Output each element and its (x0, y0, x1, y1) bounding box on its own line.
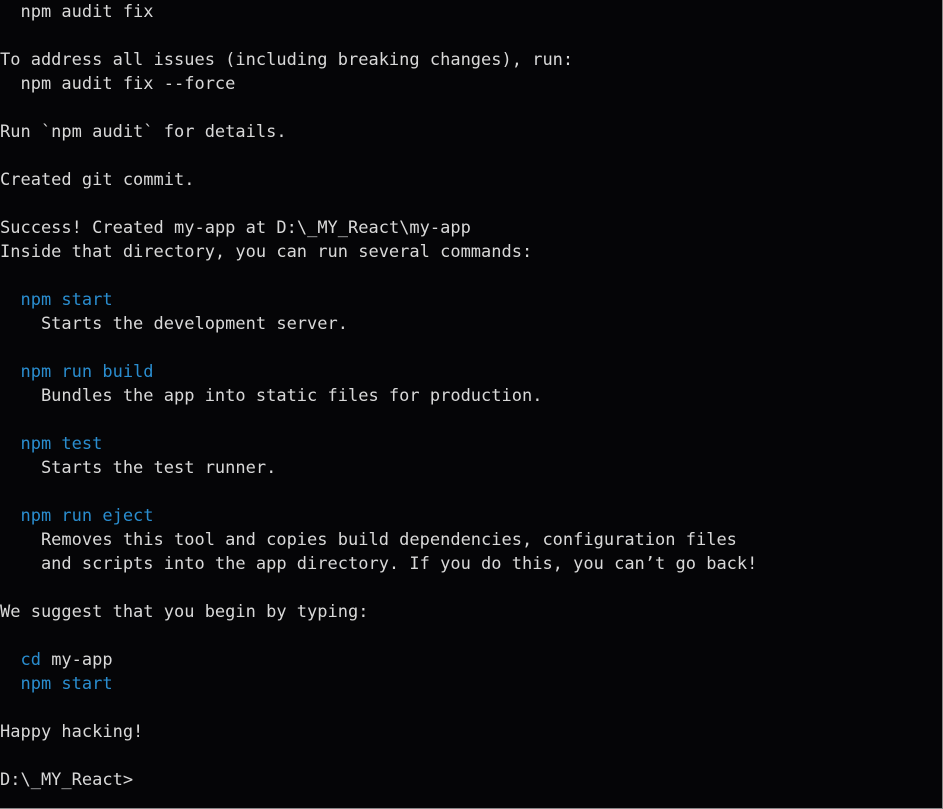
prompt: D:\_MY_React> (0, 770, 133, 790)
output-line: Inside that directory, you can run sever… (0, 242, 532, 262)
cmd-npm-run-build: npm run build (20, 362, 153, 382)
output-line: npm audit fix (20, 2, 153, 22)
output-line: Bundles the app into static files for pr… (41, 386, 543, 406)
output-line: Removes this tool and copies build depen… (41, 530, 737, 550)
output-line: Starts the development server. (41, 314, 348, 334)
cursor-icon[interactable] (133, 769, 142, 787)
cmd-npm-start: npm start (20, 290, 112, 310)
cd-arg: my-app (51, 650, 112, 670)
output-line: and scripts into the app directory. If y… (41, 554, 757, 574)
terminal-output[interactable]: npm audit fix To address all issues (inc… (0, 0, 942, 792)
output-line: npm audit fix --force (20, 74, 235, 94)
cmd-npm-run-eject: npm run eject (20, 506, 153, 526)
output-line: Created git commit. (0, 170, 194, 190)
output-line: We suggest that you begin by typing: (0, 602, 368, 622)
output-line: Run `npm audit` for details. (0, 122, 287, 142)
output-line: Happy hacking! (0, 722, 143, 742)
output-line: To address all issues (including breakin… (0, 50, 573, 70)
cmd-npm-test: npm test (20, 434, 102, 454)
cmd-npm-start-final: npm start (20, 674, 112, 694)
output-line: Starts the test runner. (41, 458, 276, 478)
cmd-cd: cd (20, 650, 51, 670)
success-line: Success! Created my-app at D:\_MY_React\… (0, 218, 471, 238)
